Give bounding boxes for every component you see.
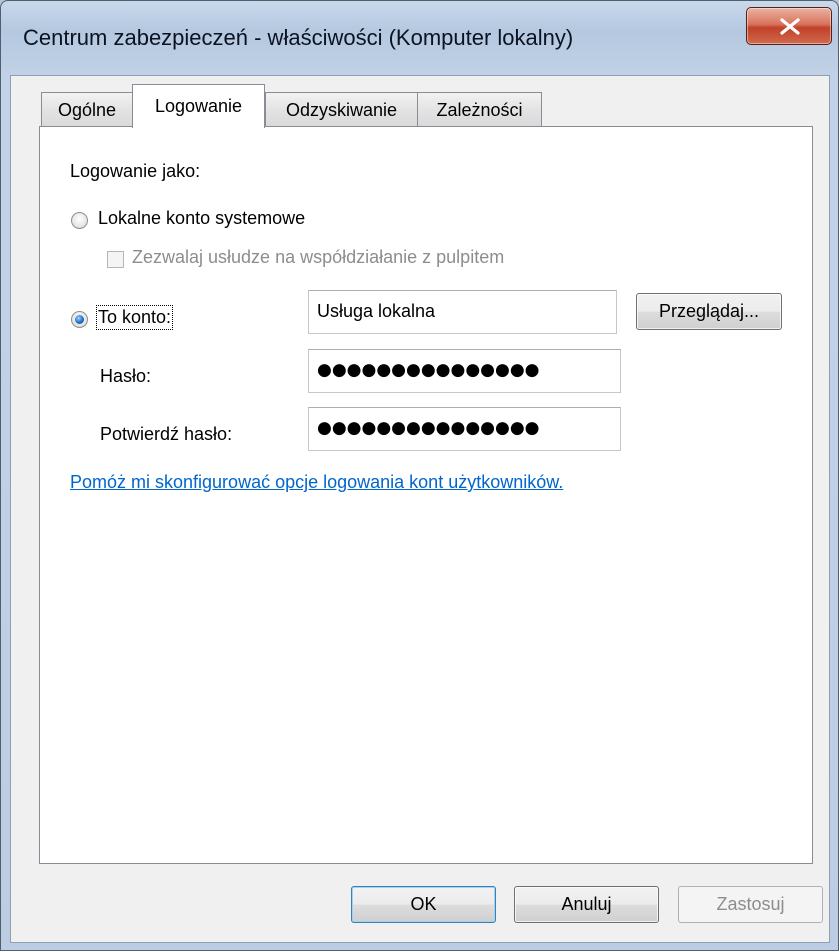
browse-button[interactable]: Przeglądaj...	[636, 293, 782, 330]
tab-recovery[interactable]: Odzyskiwanie	[265, 92, 418, 127]
cancel-button[interactable]: Anuluj	[514, 886, 659, 923]
local-system-label[interactable]: Lokalne konto systemowe	[98, 208, 305, 229]
dialog-body: Ogólne Logowanie Odzyskiwanie Zależności…	[10, 75, 830, 943]
logon-help-link[interactable]: Pomóż mi skonfigurować opcje logowania k…	[70, 472, 563, 493]
confirm-password-label: Potwierdź hasło:	[100, 424, 233, 444]
tab-dependencies-label: Zależności	[436, 99, 523, 120]
password-input[interactable]: ●●●●●●●●●●●●●●●	[308, 349, 621, 393]
window-title: Centrum zabezpieczeń - właściwości (Komp…	[23, 25, 574, 50]
close-icon	[780, 18, 800, 35]
tab-dependencies[interactable]: Zależności	[417, 92, 542, 127]
confirm-password-input[interactable]: ●●●●●●●●●●●●●●●	[308, 407, 621, 451]
tab-general[interactable]: Ogólne	[41, 92, 133, 127]
tab-general-label: Ogólne	[57, 99, 117, 120]
logon-as-heading: Logowanie jako:	[70, 161, 201, 181]
tab-logon-label: Logowanie	[154, 96, 243, 116]
properties-window: Centrum zabezpieczeń - właściwości (Komp…	[0, 0, 839, 951]
this-account-radio[interactable]	[71, 311, 88, 328]
close-button[interactable]	[746, 7, 832, 45]
password-label: Hasło:	[100, 366, 152, 386]
this-account-label[interactable]: To konto:	[95, 305, 174, 330]
apply-button[interactable]: Zastosuj	[678, 886, 823, 923]
logon-tab-panel: Logowanie jako: Lokalne konto systemowe …	[39, 126, 813, 864]
desktop-interact-checkbox[interactable]	[107, 251, 124, 268]
title-bar[interactable]: Centrum zabezpieczeń - właściwości (Komp…	[1, 1, 838, 75]
account-input[interactable]: Usługa lokalna	[308, 290, 617, 334]
ok-button[interactable]: OK	[351, 886, 496, 923]
local-system-radio[interactable]	[71, 212, 88, 229]
desktop-interact-label: Zezwalaj usłudze na współdziałanie z pul…	[132, 247, 505, 267]
tab-recovery-label: Odzyskiwanie	[285, 99, 398, 120]
tab-logon[interactable]: Logowanie	[132, 84, 265, 128]
